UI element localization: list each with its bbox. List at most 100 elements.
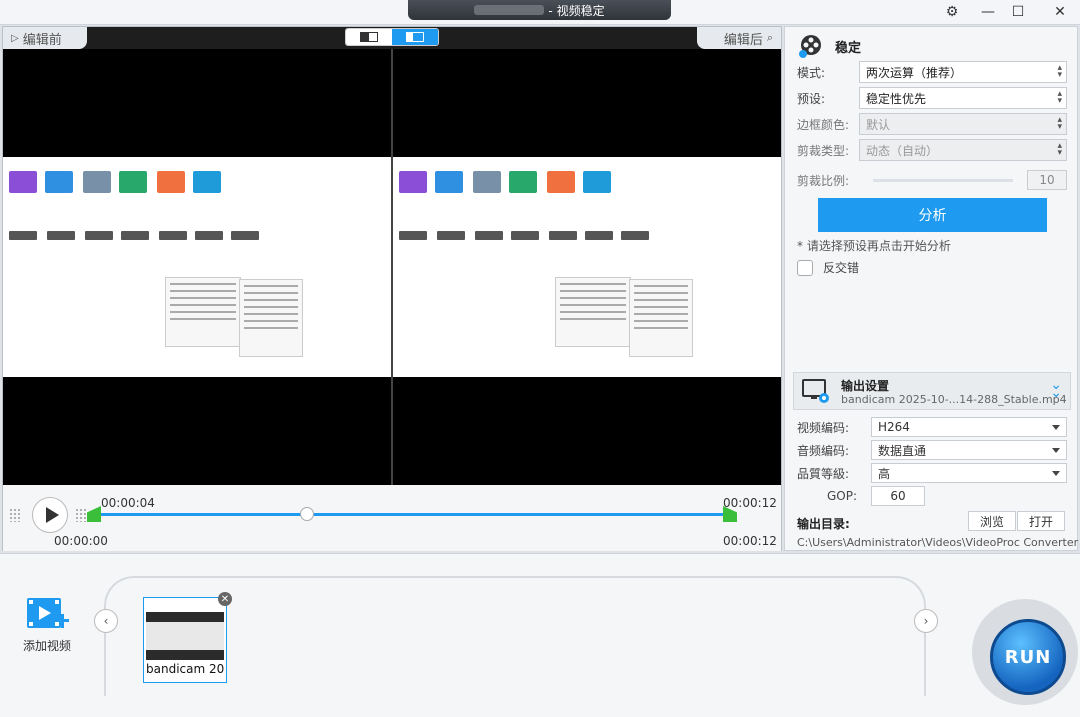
tab-before[interactable]: ▷ 编辑前	[3, 27, 87, 49]
play-small-icon: ▷	[11, 32, 19, 44]
audio-codec-row: 音频编码: 数据直通	[797, 440, 1067, 460]
quality-row: 品質等級: 高	[797, 463, 1067, 483]
mode-select[interactable]: 两次运算（推荐） ▴ ▾	[859, 61, 1067, 83]
title-bar: - 视频稳定 ⚙ — ☐ ✕	[0, 0, 1080, 25]
add-video-label: 添加视频	[22, 639, 71, 653]
anti-alias-checkbox[interactable]	[797, 259, 813, 276]
output-settings-header[interactable]: 输出设置 bandicam 2025-10-...14-288_Stable.m…	[793, 372, 1071, 410]
quality-value: 高	[878, 466, 891, 481]
end-time-top: 00:00:12	[723, 496, 777, 510]
anti-alias-row: 反交错	[797, 259, 859, 276]
bottom-bar: 添加视频 ‹ bandicam 2025-1 ✕ › RUN	[0, 553, 1080, 717]
tab-after-label: 编辑后	[723, 32, 763, 48]
audio-codec-value: 数据直通	[878, 443, 927, 458]
start-time: 00:00:00	[54, 534, 108, 548]
preset-row: 预设: 稳定性优先 ▴ ▾	[797, 87, 1067, 109]
window-title-tab: - 视频稳定	[408, 0, 671, 20]
video-codec-label: 视频编码:	[797, 420, 850, 435]
border-color-select[interactable]: 默认 ▴ ▾	[859, 113, 1067, 135]
editor-panel: ▷ 编辑前 编辑后 ⌕ 00:00:04 00:00:12 00:00:00 0…	[2, 26, 782, 551]
analyze-button[interactable]: 分析	[818, 198, 1047, 232]
crop-type-label: 剪裁类型:	[797, 143, 850, 158]
preview-before	[3, 49, 391, 485]
view-mode-toggle[interactable]	[345, 28, 439, 46]
remove-clip-icon[interactable]: ✕	[218, 592, 232, 606]
video-codec-row: 视频编码: H264	[797, 417, 1067, 437]
output-dir-label: 输出目录:	[797, 517, 850, 531]
stabilize-header: 稳定	[797, 33, 861, 59]
crop-type-select[interactable]: 动态（自动） ▴ ▾	[859, 139, 1067, 161]
border-color-row: 边框颜色: 默认 ▴ ▾	[797, 113, 1067, 135]
add-video-icon	[27, 598, 69, 628]
video-codec-select[interactable]: H264	[871, 417, 1067, 437]
crop-type-row: 剪裁类型: 动态（自动） ▴ ▾	[797, 139, 1067, 161]
gop-label: GOP:	[826, 489, 857, 503]
crop-type-value: 动态（自动）	[866, 143, 939, 158]
end-time-bottom: 00:00:12	[723, 534, 777, 548]
chevron-right-icon: ›	[923, 614, 929, 628]
updown-icon: ▴ ▾	[1057, 115, 1062, 132]
video-frame-after	[393, 157, 781, 377]
quality-select[interactable]: 高	[871, 463, 1067, 483]
gop-row: GOP: 60	[797, 486, 1067, 506]
playhead-knob[interactable]	[299, 507, 314, 521]
preset-value: 稳定性优先	[866, 91, 927, 106]
analyze-hint: * 请选择预设再点击开始分析	[797, 239, 951, 253]
crop-ratio-slider[interactable]	[873, 178, 1013, 182]
updown-icon: ▴ ▾	[1057, 63, 1062, 80]
output-settings-icon	[802, 379, 829, 403]
mode-label: 模式:	[797, 65, 826, 80]
mode-value: 两次运算（推荐）	[866, 65, 963, 80]
drag-grip-right-icon[interactable]	[75, 508, 87, 522]
quality-label: 品質等級:	[797, 466, 850, 481]
scroll-left-button[interactable]: ‹	[94, 609, 118, 633]
timeline: 00:00:04 00:00:12 00:00:00 00:00:12	[3, 485, 781, 551]
output-settings-title: 输出设置	[841, 379, 890, 393]
close-button[interactable]: ✕	[1046, 2, 1074, 22]
crop-ratio-row: 剪裁比例: 10	[797, 169, 1067, 191]
window-title: - 视频稳定	[548, 3, 605, 18]
video-frame-before	[3, 157, 391, 377]
updown-icon: ▴ ▾	[1057, 89, 1062, 106]
open-button[interactable]: 打开	[1017, 511, 1065, 531]
search-icon: ⌕	[766, 31, 773, 44]
play-button[interactable]	[32, 497, 68, 533]
stabilize-title: 稳定	[835, 40, 862, 56]
audio-codec-select[interactable]: 数据直通	[871, 440, 1067, 460]
split-view-icon	[406, 32, 424, 42]
run-button[interactable]: RUN	[990, 619, 1066, 695]
single-view-button[interactable]	[346, 29, 392, 45]
trim-start-handle[interactable]	[87, 506, 101, 522]
mode-row: 模式: 两次运算（推荐） ▴ ▾	[797, 61, 1067, 83]
video-codec-value: H264	[878, 420, 910, 434]
settings-gear-icon[interactable]: ⚙	[938, 2, 966, 22]
maximize-button[interactable]: ☐	[1004, 2, 1032, 22]
minimize-button[interactable]: —	[974, 2, 1002, 22]
audio-codec-label: 音频编码:	[797, 443, 850, 458]
border-color-value: 默认	[866, 117, 891, 132]
clip-name: bandicam 2025-1	[146, 662, 224, 676]
gop-input[interactable]: 60	[871, 486, 925, 506]
anti-alias-label: 反交错	[823, 261, 860, 275]
film-reel-icon	[799, 35, 821, 58]
crop-ratio-value[interactable]: 10	[1027, 170, 1067, 190]
add-video-button[interactable]: 添加视频	[20, 594, 74, 654]
timeline-track[interactable]	[101, 513, 725, 516]
clip-thumbnail-image	[146, 612, 224, 660]
clip-thumbnail[interactable]: bandicam 2025-1 ✕	[143, 592, 232, 683]
browse-button[interactable]: 浏览	[968, 511, 1016, 531]
split-view-button[interactable]	[392, 29, 438, 45]
drag-grip-left-icon[interactable]	[9, 508, 21, 522]
play-icon	[45, 507, 59, 523]
tab-before-label: 编辑前	[22, 32, 62, 48]
title-blurred-text	[474, 5, 545, 15]
preset-select[interactable]: 稳定性优先 ▴ ▾	[859, 87, 1067, 109]
stabilize-panel: 稳定 模式: 两次运算（推荐） ▴ ▾ 预设: 稳定性优先 ▴ ▾ 边框颜色: 默认…	[784, 26, 1080, 551]
border-color-label: 边框颜色:	[797, 117, 850, 132]
tab-after[interactable]: 编辑后 ⌕	[697, 27, 781, 49]
output-dir-path: C:\Users\Administrator\Videos\VideoProc …	[797, 536, 1080, 549]
double-chevron-down-icon[interactable]: ⌄ ⌄	[1050, 378, 1062, 400]
chevron-left-icon: ‹	[103, 614, 109, 628]
scroll-right-button[interactable]: ›	[914, 609, 938, 633]
single-view-icon	[360, 32, 378, 42]
